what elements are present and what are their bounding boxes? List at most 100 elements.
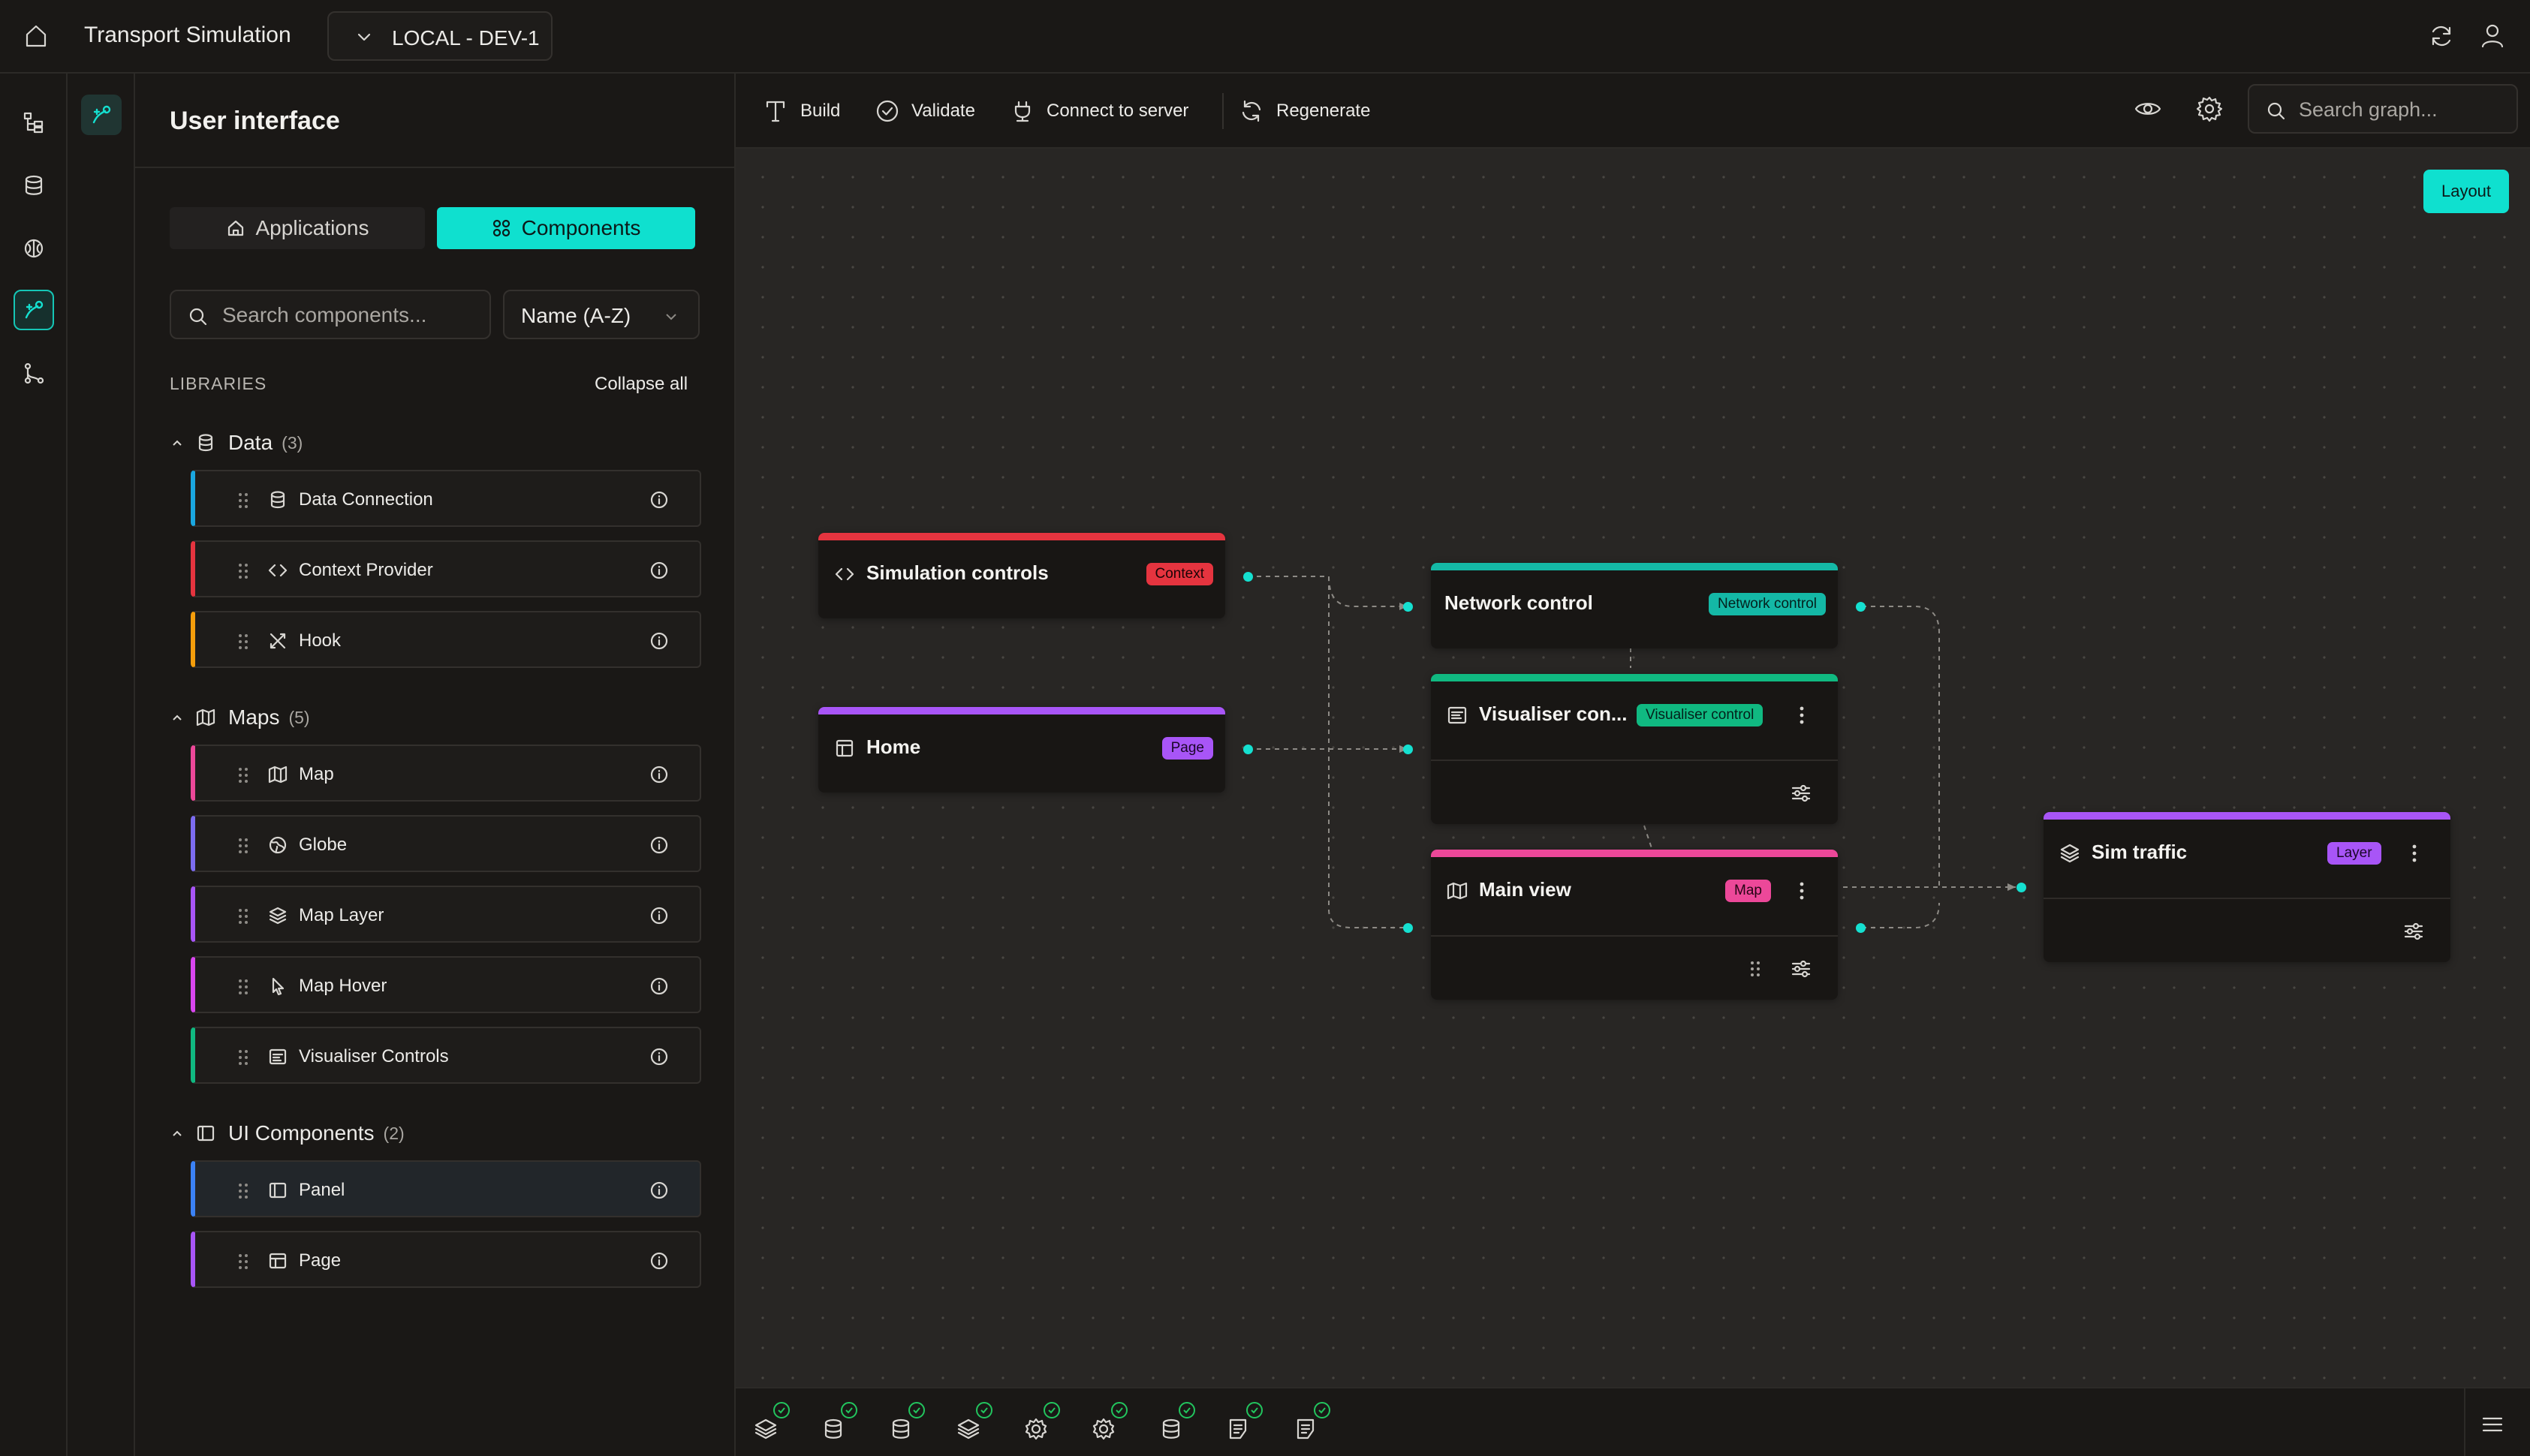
tree-icon[interactable] [14,102,54,143]
node-network-control[interactable]: Network control Network control [1431,563,1838,648]
info-icon[interactable] [649,976,670,997]
component-item-visualiser-controls[interactable]: Visualiser Controls [191,1027,701,1084]
sort-select[interactable]: Name (A-Z) [503,290,700,339]
component-item-globe[interactable]: Globe [191,815,701,872]
component-item-data-connection[interactable]: Data Connection [191,470,701,527]
node-sim-traffic[interactable]: Sim traffic Layer [2044,812,2450,962]
info-icon[interactable] [649,835,670,856]
component-item-page[interactable]: Page [191,1231,701,1288]
group-data-header[interactable]: Data (3) [170,428,303,458]
input-handle[interactable] [2016,883,2026,892]
sync-icon[interactable] [2426,21,2456,51]
status-item-database[interactable] [820,1402,865,1448]
regenerate-label: Regenerate [1276,101,1371,121]
drag-handle-icon[interactable] [236,766,251,785]
graph-search-input[interactable] [2299,96,2509,123]
database-icon[interactable] [14,165,54,206]
eye-icon[interactable] [2134,95,2162,123]
collapse-all-button[interactable]: Collapse all [595,374,688,395]
drag-handle-icon[interactable] [236,632,251,651]
connect-to-server-button[interactable]: Connect to server [1010,96,1188,126]
drag-handle-icon[interactable] [236,491,251,510]
branch-icon[interactable] [14,353,54,393]
output-handle[interactable] [1856,923,1866,933]
info-icon[interactable] [649,1250,670,1271]
home-icon[interactable] [21,21,51,51]
panel-title: User interface [170,107,340,135]
node-body [2044,898,2450,962]
status-item-layers[interactable] [752,1402,797,1448]
output-handle[interactable] [1243,572,1253,582]
drag-handle-icon[interactable] [236,1048,251,1067]
node-body [1431,935,1838,1000]
user-icon[interactable] [2477,21,2507,51]
node-main-view[interactable]: Main view Map [1431,850,1838,1000]
secondary-rail [68,74,135,1456]
gear-icon[interactable] [2195,95,2224,123]
component-search[interactable] [170,290,491,339]
info-icon[interactable] [649,1180,670,1201]
group-ui-components-header[interactable]: UI Components (2) [170,1118,405,1148]
more-options-icon[interactable] [2407,842,2422,865]
brain-icon[interactable] [14,228,54,269]
drag-handle-icon[interactable] [236,977,251,997]
status-item-settings[interactable] [1090,1402,1135,1448]
status-item-settings[interactable] [1023,1402,1068,1448]
settings-sliders-icon[interactable] [2402,920,2425,943]
status-item-document[interactable] [1225,1402,1270,1448]
drag-handle-icon[interactable] [236,561,251,581]
component-item-map[interactable]: Map [191,745,701,802]
node-visualiser-controls[interactable]: Visualiser con... Visualiser control [1431,674,1838,824]
status-item-layers[interactable] [955,1402,1000,1448]
status-item-database[interactable] [1158,1402,1203,1448]
validate-button[interactable]: Validate [875,96,975,126]
component-item-map-hover[interactable]: Map Hover [191,956,701,1013]
input-handle[interactable] [1403,745,1413,754]
more-options-icon[interactable] [1794,880,1809,902]
info-icon[interactable] [649,630,670,651]
output-handle[interactable] [1856,602,1866,612]
input-handle[interactable] [1403,923,1413,933]
component-item-panel[interactable]: Panel [191,1160,701,1217]
status-item-database[interactable] [887,1402,932,1448]
environment-select[interactable]: LOCAL - DEV-1 [327,11,553,61]
regenerate-button[interactable]: Regenerate [1239,96,1370,126]
info-icon[interactable] [649,560,670,581]
group-maps-header[interactable]: Maps (5) [170,702,310,733]
check-icon [1314,1402,1330,1418]
component-search-input[interactable] [222,302,477,329]
build-button[interactable]: Build [764,96,840,126]
component-item-hook[interactable]: Hook [191,611,701,668]
graph-search[interactable] [2248,84,2518,134]
drag-handle-icon[interactable] [1746,958,1764,980]
input-handle[interactable] [1403,602,1413,612]
document-icon [1229,1418,1247,1439]
environment-label: LOCAL - DEV-1 [392,26,540,50]
component-item-map-layer[interactable]: Map Layer [191,886,701,943]
component-builder-icon[interactable] [14,290,54,330]
info-icon[interactable] [649,905,670,926]
drag-handle-icon[interactable] [236,907,251,926]
component-item-context-provider[interactable]: Context Provider [191,540,701,597]
tab-applications[interactable]: Applications [170,207,425,249]
info-icon[interactable] [649,764,670,785]
more-options-icon[interactable] [1794,704,1809,726]
node-simulation-controls[interactable]: Simulation controls Context [818,533,1225,618]
component-label: Context Provider [299,560,433,580]
status-item-document[interactable] [1293,1402,1338,1448]
tab-components[interactable]: Components [437,207,695,249]
settings-sliders-icon[interactable] [1790,782,1812,805]
settings-sliders-icon[interactable] [1790,958,1812,980]
output-handle[interactable] [1243,745,1253,754]
info-icon[interactable] [649,489,670,510]
info-icon[interactable] [649,1046,670,1067]
graph-canvas[interactable]: Layout Simulation controls Context Home … [736,149,2530,1387]
drag-handle-icon[interactable] [236,836,251,856]
menu-icon[interactable] [2479,1411,2506,1438]
node-home[interactable]: Home Page [818,707,1225,793]
regenerate-icon [1242,100,1261,122]
node-color-bar [1431,674,1838,681]
drag-handle-icon[interactable] [236,1181,251,1201]
drag-handle-icon[interactable] [236,1252,251,1271]
component-builder-icon[interactable] [81,95,122,135]
